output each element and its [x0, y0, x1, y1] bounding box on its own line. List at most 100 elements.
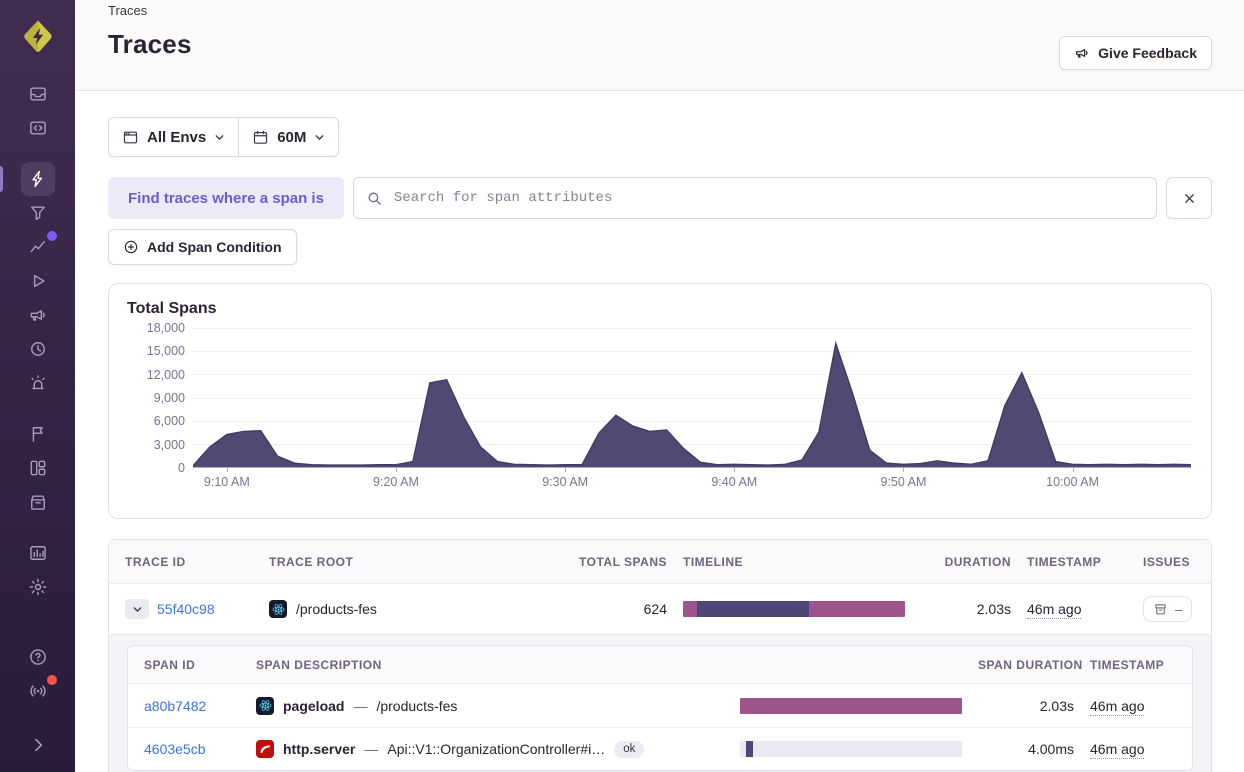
y-tick-label: 6,000	[154, 414, 185, 428]
trace-duration: 2.03s	[921, 601, 1011, 617]
environment-filter-label: All Envs	[147, 129, 206, 146]
x-tick-label: 9:40 AM	[711, 475, 757, 489]
span-description: Api::V1::OrganizationController#i…	[387, 741, 605, 757]
sidebar-item-whats-new[interactable]	[0, 674, 75, 708]
x-tick-label: 9:20 AM	[373, 475, 419, 489]
sidebar-item-stats[interactable]	[0, 536, 75, 570]
column-header-trace-id: TRACE ID	[125, 555, 253, 569]
environment-filter[interactable]: All Envs	[109, 118, 238, 156]
clear-search-button[interactable]	[1166, 177, 1212, 219]
sidebar-item-replays[interactable]	[0, 264, 75, 298]
flag-icon	[21, 417, 55, 451]
notification-dot	[47, 675, 57, 685]
sidebar-item-metrics[interactable]	[0, 230, 75, 264]
span-description: /products-fes	[376, 698, 457, 714]
spans-table-header: SPAN ID SPAN DESCRIPTION SPAN DURATION T…	[128, 646, 1192, 684]
span-duration: 4.00ms	[978, 741, 1074, 757]
app-window: Traces Traces Give Feedback All Envs	[0, 0, 1244, 772]
span-timestamp[interactable]: 46m ago	[1090, 741, 1144, 759]
span-timeline-bar	[740, 741, 962, 757]
sidebar-item-help[interactable]	[0, 640, 75, 674]
column-header-duration: DURATION	[921, 555, 1011, 569]
react-icon	[256, 697, 274, 715]
trace-timestamp[interactable]: 46m ago	[1027, 601, 1081, 619]
page-filter-bar: All Envs 60M	[108, 117, 339, 157]
sidebar-item-alerts[interactable]	[0, 366, 75, 400]
give-feedback-label: Give Feedback	[1098, 45, 1197, 61]
megaphone-icon	[1074, 45, 1090, 61]
x-tick-label: 9:50 AM	[881, 475, 927, 489]
lightning-icon	[21, 162, 55, 196]
trace-expanded-region: SPAN ID SPAN DESCRIPTION SPAN DURATION T…	[109, 634, 1211, 772]
trace-timeline-bar	[683, 601, 905, 617]
archive-icon	[21, 485, 55, 519]
active-indicator	[0, 166, 3, 192]
add-span-condition-label: Add Span Condition	[147, 239, 282, 255]
give-feedback-button[interactable]: Give Feedback	[1059, 36, 1212, 70]
megaphone-icon	[21, 298, 55, 332]
sidebar-nav	[0, 77, 75, 772]
span-op: http.server	[283, 741, 355, 757]
x-tick-label: 9:10 AM	[204, 475, 250, 489]
span-timestamp[interactable]: 46m ago	[1090, 698, 1144, 716]
chevron-down-icon	[132, 604, 143, 615]
issues-icon	[21, 77, 55, 111]
y-tick-label: 9,000	[154, 391, 185, 405]
issues-empty-value: –	[1175, 602, 1182, 617]
span-separator: —	[364, 741, 378, 757]
trace-root-name: /products-fes	[296, 601, 377, 617]
main-area: Traces Traces Give Feedback All Envs	[75, 0, 1244, 772]
chart-y-axis: 03,0006,0009,00012,00015,00018,000	[127, 328, 185, 468]
gear-icon	[21, 570, 55, 604]
sentry-logo[interactable]	[17, 15, 59, 57]
search-bar	[353, 177, 1157, 219]
date-range-filter[interactable]: 60M	[239, 118, 338, 156]
sidebar-item-feature-flags[interactable]	[0, 417, 75, 451]
sidebar-item-crons[interactable]	[0, 332, 75, 366]
sidebar-item-profiling[interactable]	[0, 196, 75, 230]
siren-icon	[21, 366, 55, 400]
date-range-filter-label: 60M	[277, 129, 306, 146]
chart-plot[interactable]	[193, 328, 1191, 468]
y-tick-label: 0	[178, 461, 185, 475]
traces-table-header: TRACE ID TRACE ROOT TOTAL SPANS TIMELINE…	[109, 540, 1211, 584]
traces-table: TRACE ID TRACE ROOT TOTAL SPANS TIMELINE…	[108, 539, 1212, 772]
trace-id-link[interactable]: 55f40c98	[157, 601, 215, 617]
span-status-badge: ok	[614, 741, 644, 758]
column-header-span-duration: SPAN DURATION	[978, 658, 1074, 672]
trace-issues-button[interactable]: –	[1143, 596, 1192, 622]
notification-dot	[47, 231, 57, 241]
sidebar-item-user-feedback[interactable]	[0, 298, 75, 332]
sidebar-item-performance[interactable]	[0, 162, 75, 196]
span-timeline-bar	[740, 698, 962, 714]
search-input[interactable]	[392, 189, 1144, 207]
span-id-link[interactable]: a80b7482	[144, 698, 206, 714]
column-header-timeline: TIMELINE	[683, 555, 905, 569]
chevron-down-icon	[214, 132, 225, 143]
profiling-icon	[21, 196, 55, 230]
expand-toggle-button[interactable]	[125, 599, 149, 619]
sidebar-item-collapse[interactable]	[0, 728, 75, 762]
projects-icon	[21, 111, 55, 145]
y-tick-label: 15,000	[147, 344, 185, 358]
trace-row: 55f40c98 /products-fes 624 2.03s 46m ago	[109, 584, 1211, 634]
bar-chart-icon	[21, 536, 55, 570]
sidebar-item-issues[interactable]	[0, 77, 75, 111]
replay-icon	[21, 264, 55, 298]
sidebar-item-settings[interactable]	[0, 570, 75, 604]
span-id-link[interactable]: 4603e5cb	[144, 741, 206, 757]
rails-icon	[256, 740, 274, 758]
sidebar-item-projects[interactable]	[0, 111, 75, 145]
breadcrumb[interactable]: Traces	[108, 3, 147, 18]
column-header-timestamp: TIMESTAMP	[1027, 555, 1127, 569]
sidebar-item-releases[interactable]	[0, 485, 75, 519]
sidebar-item-dashboards[interactable]	[0, 451, 75, 485]
add-span-condition-button[interactable]: Add Span Condition	[108, 229, 297, 265]
question-icon	[21, 640, 55, 674]
page-title: Traces	[108, 29, 1212, 60]
chart-title: Total Spans	[127, 300, 1193, 318]
span-duration: 2.03s	[978, 698, 1074, 714]
column-header-span-description: SPAN DESCRIPTION	[256, 658, 724, 672]
archive-box-icon	[1153, 602, 1168, 617]
search-icon	[366, 190, 383, 207]
